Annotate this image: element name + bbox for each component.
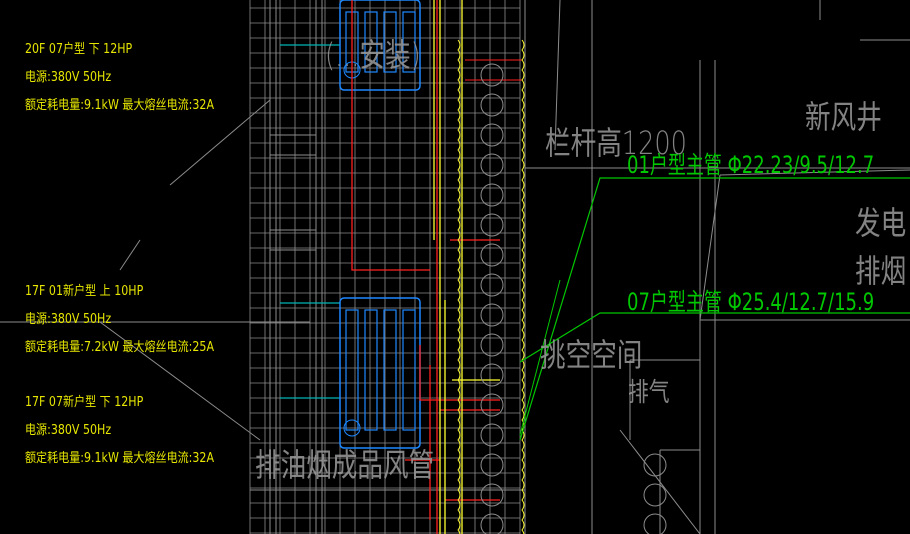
unit-17f-07-power: 电源:380V 50Hz (25, 423, 112, 438)
pipe-section-circle (643, 513, 667, 534)
label-exhaust: 排气 (628, 378, 670, 408)
ac-unit-outline (339, 297, 421, 449)
unit-17f-01-power: 电源:380V 50Hz (25, 312, 112, 327)
label-generator: 发电 (855, 204, 907, 242)
unit-17f-07-title: 17F 07新户型 下 12HP (25, 395, 144, 410)
unit-20f-power: 电源:380V 50Hz (25, 70, 112, 85)
unit-17f-01-title: 17F 01新户型 上 10HP (25, 284, 144, 299)
label-install-note: (...安装) (325, 36, 421, 74)
pipe-section-circle (480, 513, 504, 534)
label-void-space: 挑空空间 (540, 336, 643, 374)
insulation-wave (521, 39, 525, 534)
ac-coil (345, 309, 359, 431)
unit-20f-title: 20F 07户型 下 12HP (25, 42, 133, 57)
unit-17f-01-rating: 额定耗电量:7.2kW 最大熔丝电流:25A (25, 340, 215, 355)
label-kitchen-duct: 排油烟成品风管 (255, 446, 435, 484)
unit-20f-rating: 额定耗电量:9.1kW 最大熔丝电流:32A (25, 98, 215, 113)
ac-coil (402, 309, 416, 431)
unit-17f-07-rating: 额定耗电量:9.1kW 最大熔丝电流:32A (25, 451, 215, 466)
label-fresh-air-shaft: 新风井 (805, 98, 882, 136)
leader-line (119, 239, 141, 271)
pipe-label-07: 07户型主管 Φ25.4/12.7/15.9 (627, 288, 875, 316)
ac-coil (383, 309, 397, 431)
pipe-label-01: 01户型主管 Φ22.23/9.5/12.7 (627, 151, 875, 179)
pipe-section-circle (643, 483, 667, 507)
cad-drawing-canvas[interactable]: 20F 07户型 下 12HP 电源:380V 50Hz 额定耗电量:9.1kW… (0, 0, 910, 534)
ac-coil (364, 309, 378, 431)
